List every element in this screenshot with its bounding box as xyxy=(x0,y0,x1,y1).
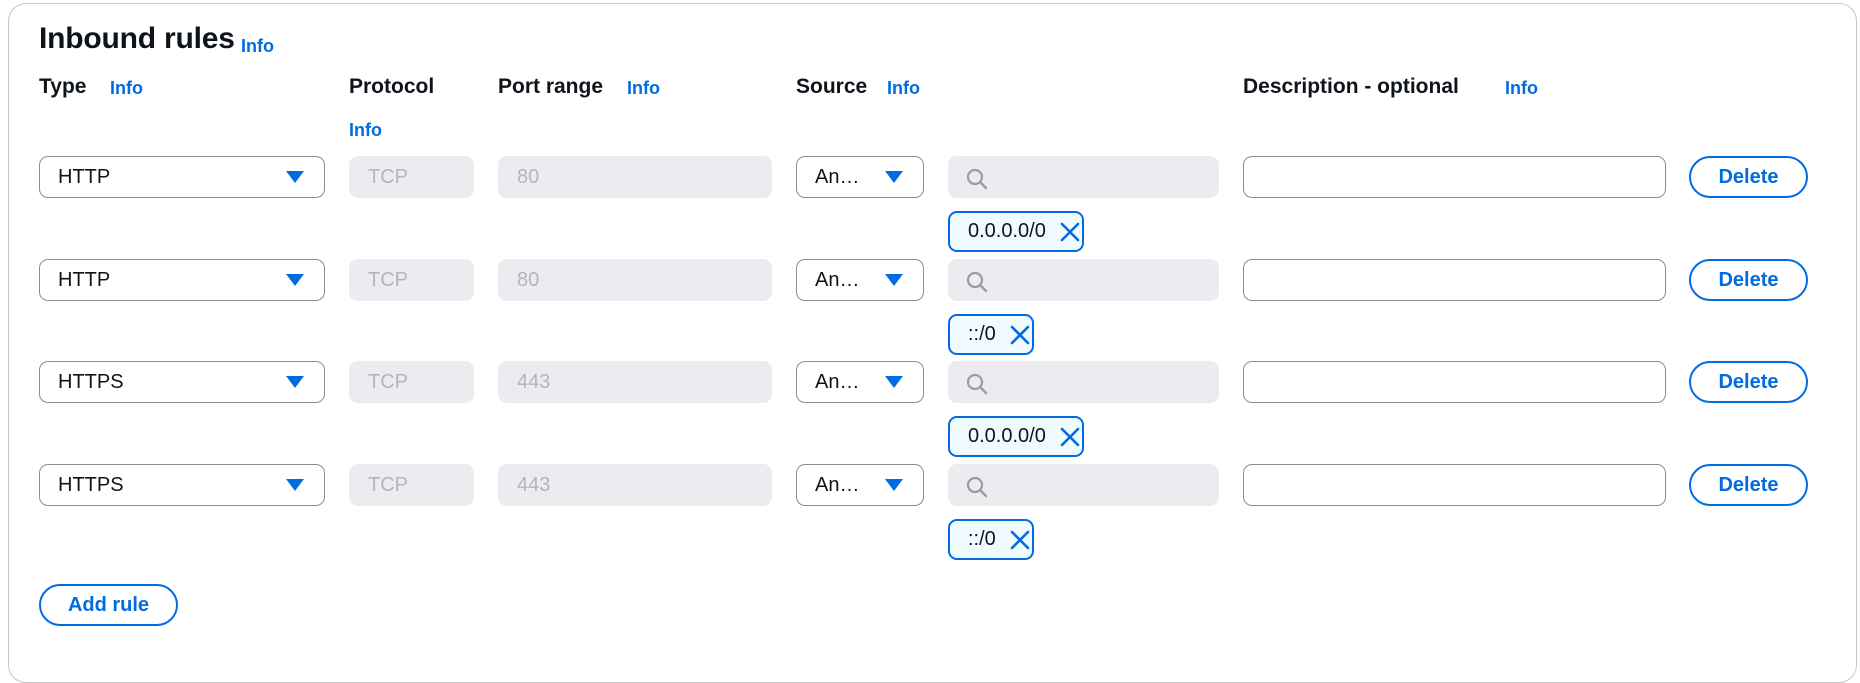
protocol-field: TCP xyxy=(349,361,474,403)
source-info-link[interactable]: Info xyxy=(887,78,920,99)
source-type-value: An… xyxy=(815,268,860,291)
description-input[interactable] xyxy=(1243,361,1666,403)
port-range-field: 80 xyxy=(498,156,772,198)
search-icon xyxy=(966,373,988,395)
cidr-token-label: ::/0 xyxy=(968,528,996,550)
column-header-type: Type xyxy=(39,75,87,98)
caret-down-icon xyxy=(885,171,903,183)
close-icon[interactable] xyxy=(1008,528,1032,552)
close-icon[interactable] xyxy=(1058,220,1082,244)
caret-down-icon xyxy=(286,376,304,388)
type-select[interactable]: HTTP xyxy=(39,259,325,301)
cidr-token-label: ::/0 xyxy=(968,323,996,345)
source-type-value: An… xyxy=(815,473,860,496)
type-select-value: HTTP xyxy=(58,165,111,188)
description-info-link[interactable]: Info xyxy=(1505,78,1538,99)
port-range-field: 443 xyxy=(498,361,772,403)
source-type-value: An… xyxy=(815,165,860,188)
delete-button[interactable]: Delete xyxy=(1689,259,1808,301)
column-header-description: Description - optional xyxy=(1243,75,1459,98)
cidr-token-label: 0.0.0.0/0 xyxy=(968,220,1046,242)
cidr-token: ::/0 xyxy=(948,519,1034,560)
source-search-input[interactable] xyxy=(948,464,1219,506)
caret-down-icon xyxy=(286,479,304,491)
cidr-token-label: 0.0.0.0/0 xyxy=(968,425,1046,447)
cidr-token: 0.0.0.0/0 xyxy=(948,416,1084,457)
section-info-link[interactable]: Info xyxy=(241,36,274,57)
source-type-select[interactable]: An… xyxy=(796,259,924,301)
close-icon[interactable] xyxy=(1058,425,1082,449)
type-select[interactable]: HTTP xyxy=(39,156,325,198)
protocol-field: TCP xyxy=(349,464,474,506)
protocol-field: TCP xyxy=(349,156,474,198)
delete-button[interactable]: Delete xyxy=(1689,156,1808,198)
description-input[interactable] xyxy=(1243,259,1666,301)
add-rule-button[interactable]: Add rule xyxy=(39,584,178,626)
caret-down-icon xyxy=(885,376,903,388)
column-header-source: Source xyxy=(796,75,868,98)
type-select-value: HTTPS xyxy=(58,370,124,393)
type-select-value: HTTPS xyxy=(58,473,124,496)
type-select[interactable]: HTTPS xyxy=(39,361,325,403)
caret-down-icon xyxy=(885,274,903,286)
search-icon xyxy=(966,271,988,293)
caret-down-icon xyxy=(885,479,903,491)
source-search-input[interactable] xyxy=(948,156,1219,198)
delete-button[interactable]: Delete xyxy=(1689,361,1808,403)
inbound-rules-panel xyxy=(8,3,1857,683)
caret-down-icon xyxy=(286,171,304,183)
source-search-input[interactable] xyxy=(948,259,1219,301)
search-icon xyxy=(966,168,988,190)
source-type-select[interactable]: An… xyxy=(796,361,924,403)
protocol-field: TCP xyxy=(349,259,474,301)
cidr-token: 0.0.0.0/0 xyxy=(948,211,1084,252)
cidr-token: ::/0 xyxy=(948,314,1034,355)
column-header-protocol: Protocol xyxy=(349,75,435,98)
description-input[interactable] xyxy=(1243,464,1666,506)
source-type-select[interactable]: An… xyxy=(796,156,924,198)
description-input[interactable] xyxy=(1243,156,1666,198)
port-range-field: 80 xyxy=(498,259,772,301)
type-select-value: HTTP xyxy=(58,268,111,291)
search-icon xyxy=(966,476,988,498)
section-title: Inbound rules xyxy=(39,22,235,55)
delete-button[interactable]: Delete xyxy=(1689,464,1808,506)
type-info-link[interactable]: Info xyxy=(110,78,143,99)
type-select[interactable]: HTTPS xyxy=(39,464,325,506)
protocol-info-link[interactable]: Info xyxy=(349,120,382,141)
source-type-select[interactable]: An… xyxy=(796,464,924,506)
caret-down-icon xyxy=(286,274,304,286)
column-header-port-range: Port range xyxy=(498,75,604,98)
port-range-info-link[interactable]: Info xyxy=(627,78,660,99)
source-type-value: An… xyxy=(815,370,860,393)
close-icon[interactable] xyxy=(1008,323,1032,347)
source-search-input[interactable] xyxy=(948,361,1219,403)
port-range-field: 443 xyxy=(498,464,772,506)
